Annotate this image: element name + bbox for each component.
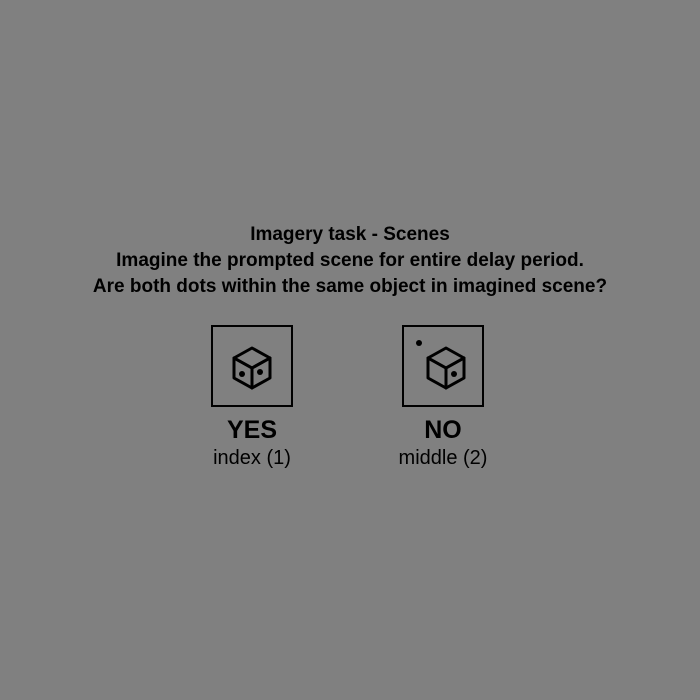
instructions: Imagery task - Scenes Imagine the prompt… — [0, 222, 700, 300]
yes-label: YES — [226, 416, 278, 444]
cube-two-dots-same-object-icon — [232, 346, 272, 390]
yes-option[interactable]: YES index (1) — [172, 325, 332, 471]
instruction-line-2: Are both dots within the same object in … — [92, 276, 608, 297]
yes-icon-box — [211, 325, 293, 407]
no-option[interactable]: NO middle (2) — [363, 325, 523, 471]
cube-dot-outside-object-icon — [416, 340, 466, 390]
no-key-hint: middle (2) — [398, 447, 488, 469]
instruction-line-1: Imagine the prompted scene for entire de… — [116, 250, 584, 271]
task-title: Imagery task - Scenes — [250, 224, 450, 245]
no-icon-box — [402, 325, 484, 407]
yes-key-hint: index (1) — [213, 447, 291, 469]
no-label: NO — [424, 416, 462, 444]
